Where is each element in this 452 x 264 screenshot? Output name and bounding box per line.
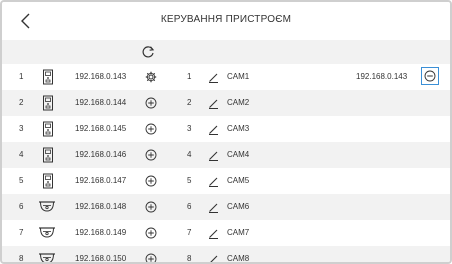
device-row: 8 192.168.0.150 8 CAM8 (2, 246, 450, 264)
add-icon[interactable] (145, 227, 157, 239)
device-ip: 192.168.0.150 (75, 254, 127, 263)
device-index: 8 (19, 254, 24, 263)
pencil-icon[interactable] (208, 202, 219, 213)
channel-index: 3 (187, 124, 192, 133)
device-ip: 192.168.0.149 (75, 228, 127, 237)
pencil-icon[interactable] (208, 176, 219, 187)
dome-camera-icon (39, 201, 55, 212)
channel-name: CAM8 (227, 254, 250, 263)
device-index: 6 (19, 202, 24, 211)
device-row: 3 192.168.0.145 3 CAM3 (2, 116, 450, 142)
device-row: 2 192.168.0.144 2 CAM2 (2, 90, 450, 116)
pencil-icon[interactable] (208, 254, 219, 264)
pencil-icon[interactable] (208, 72, 219, 83)
device-row: 7 192.168.0.149 7 CAM7 (2, 220, 450, 246)
channel-name: CAM7 (227, 228, 250, 237)
device-ip: 192.168.0.144 (75, 98, 127, 107)
toolbar (2, 40, 450, 64)
dome-camera-icon (39, 227, 55, 238)
device-index: 5 (19, 176, 24, 185)
device-row: 4 192.168.0.146 4 CAM4 (2, 142, 450, 168)
add-icon[interactable] (145, 253, 157, 264)
channel-index: 1 (187, 72, 192, 81)
device-ip: 192.168.0.143 (75, 72, 127, 81)
add-icon[interactable] (145, 201, 157, 213)
channel-ip: 192.168.0.143 (356, 72, 408, 81)
header: КЕРУВАННЯ ПРИСТРОЄМ (2, 2, 450, 40)
remove-icon (424, 70, 436, 82)
channel-name: CAM6 (227, 202, 250, 211)
channel-name: CAM5 (227, 176, 250, 185)
intercom-icon (43, 69, 53, 85)
intercom-icon (43, 121, 53, 137)
gear-icon[interactable] (145, 71, 157, 83)
pencil-icon[interactable] (208, 150, 219, 161)
channel-index: 6 (187, 202, 192, 211)
channel-name: CAM1 (227, 72, 250, 81)
device-index: 1 (19, 72, 24, 81)
device-ip: 192.168.0.146 (75, 150, 127, 159)
device-row: 1 192.168.0.143 1 CAM1 192.168.0.143 (2, 64, 450, 90)
channel-index: 4 (187, 150, 192, 159)
pencil-icon[interactable] (208, 98, 219, 109)
device-index: 4 (19, 150, 24, 159)
page-title: КЕРУВАННЯ ПРИСТРОЄМ (160, 14, 292, 25)
device-channel-list: 1 192.168.0.143 1 CAM1 192.168.0.143 2 192.168… (2, 64, 450, 264)
intercom-icon (43, 95, 53, 111)
channel-name: CAM3 (227, 124, 250, 133)
channel-name: CAM4 (227, 150, 250, 159)
device-index: 2 (19, 98, 24, 107)
channel-index: 5 (187, 176, 192, 185)
device-ip: 192.168.0.145 (75, 124, 127, 133)
dome-camera-icon (39, 253, 55, 262)
refresh-icon[interactable] (141, 45, 155, 59)
device-ip: 192.168.0.147 (75, 176, 127, 185)
device-index: 3 (19, 124, 24, 133)
device-management-window: КЕРУВАННЯ ПРИСТРОЄМ 1 192.168.0.143 1 CAM1 1… (0, 0, 452, 264)
add-icon[interactable] (145, 123, 157, 135)
channel-index: 2 (187, 98, 192, 107)
pencil-icon[interactable] (208, 124, 219, 135)
intercom-icon (43, 147, 53, 163)
device-ip: 192.168.0.148 (75, 202, 127, 211)
device-row: 5 192.168.0.147 5 CAM5 (2, 168, 450, 194)
channel-index: 7 (187, 228, 192, 237)
remove-channel-button[interactable] (421, 67, 439, 85)
channel-index: 8 (187, 254, 192, 263)
intercom-icon (43, 173, 53, 189)
add-icon[interactable] (145, 175, 157, 187)
channel-name: CAM2 (227, 98, 250, 107)
pencil-icon[interactable] (208, 228, 219, 239)
device-index: 7 (19, 228, 24, 237)
add-icon[interactable] (145, 149, 157, 161)
add-icon[interactable] (145, 97, 157, 109)
device-row: 6 192.168.0.148 6 CAM6 (2, 194, 450, 220)
